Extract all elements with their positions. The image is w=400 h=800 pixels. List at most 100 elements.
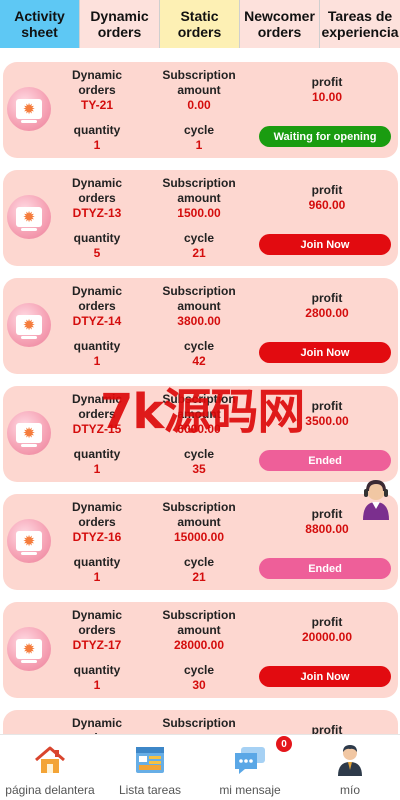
order-icon: ✹ bbox=[7, 627, 51, 671]
nav-profile[interactable]: mío bbox=[300, 735, 400, 800]
order-icon: ✹ bbox=[7, 303, 51, 347]
customer-service-icon[interactable] bbox=[360, 478, 392, 520]
order-name: Dynamic orders bbox=[61, 716, 133, 734]
cycle: cycle 35 bbox=[151, 447, 247, 477]
profit-label: profit bbox=[311, 183, 343, 197]
subscription-amount-value: 6000.00 bbox=[177, 422, 221, 436]
order-name-label: Dynamic orders bbox=[71, 284, 123, 313]
cycle-label: cycle bbox=[183, 663, 215, 677]
nav-task-list-label: Lista tareas bbox=[118, 783, 182, 797]
order-card: ✹ Dynamic orders DTYZ-17 Subscription am… bbox=[3, 602, 398, 698]
cycle: cycle 21 bbox=[151, 231, 247, 261]
subscription-amount-label: Subscription amount bbox=[162, 68, 236, 97]
order-card: ✹ Dynamic orders TY-21 Subscription amou… bbox=[3, 62, 398, 158]
quantity-value: 1 bbox=[93, 462, 101, 476]
gear-icon: ✹ bbox=[22, 208, 36, 226]
cycle-label: cycle bbox=[183, 231, 215, 245]
order-name-label: Dynamic orders bbox=[71, 68, 123, 97]
order-list[interactable]: ✹ Dynamic orders TY-21 Subscription amou… bbox=[0, 48, 400, 734]
quantity-label: quantity bbox=[73, 663, 121, 677]
order-name-label: Dynamic orders bbox=[71, 716, 123, 734]
subscription-amount-value: 15000.00 bbox=[173, 530, 225, 544]
profit-value: 2800.00 bbox=[305, 306, 349, 320]
profit-value: 8800.00 bbox=[305, 522, 349, 536]
order-code: DTYZ-16 bbox=[72, 530, 122, 544]
tab-newcomer-orders[interactable]: Newcomer orders bbox=[240, 0, 320, 48]
quantity-label: quantity bbox=[73, 123, 121, 137]
subscription-amount: Subscription amount 3800.00 bbox=[151, 284, 247, 329]
quantity-value: 1 bbox=[93, 678, 101, 692]
quantity: quantity 1 bbox=[61, 555, 133, 585]
quantity-value: 1 bbox=[93, 354, 101, 368]
cycle-value: 1 bbox=[195, 138, 203, 152]
profit: profit 960.00 bbox=[261, 183, 393, 213]
subscription-amount-value: 28000.00 bbox=[173, 638, 225, 652]
gear-icon: ✹ bbox=[22, 532, 36, 550]
subscription-amount: Subscription amount 15000.00 bbox=[151, 500, 247, 545]
subscription-amount: Subscription amount 28000.00 bbox=[151, 608, 247, 653]
cycle-value: 35 bbox=[192, 462, 206, 476]
gear-icon: ✹ bbox=[22, 424, 36, 442]
bottom-nav: página delantera Lista tareas mi mensaje… bbox=[0, 734, 400, 800]
message-count-badge: 0 bbox=[276, 736, 292, 752]
order-name-label: Dynamic orders bbox=[71, 392, 123, 421]
order-icon: ✹ bbox=[7, 411, 51, 455]
quantity: quantity 1 bbox=[61, 339, 133, 369]
profit-label: profit bbox=[311, 75, 343, 89]
quantity: quantity 1 bbox=[61, 663, 133, 693]
profile-icon bbox=[333, 743, 367, 777]
quantity-value: 1 bbox=[93, 570, 101, 584]
subscription-amount-value: 3800.00 bbox=[177, 314, 221, 328]
order-status-button[interactable]: Join Now bbox=[259, 666, 391, 687]
profit: profit 10.00 bbox=[261, 75, 393, 105]
quantity-value: 5 bbox=[93, 246, 101, 260]
order-name-label: Dynamic orders bbox=[71, 608, 123, 637]
cycle: cycle 1 bbox=[151, 123, 247, 153]
order-name-label: Dynamic orders bbox=[71, 176, 123, 205]
tab-dynamic-orders[interactable]: Dynamic orders bbox=[80, 0, 160, 48]
cycle-value: 21 bbox=[192, 246, 206, 260]
subscription-amount-label: Subscription amount bbox=[162, 176, 236, 205]
order-code: DTYZ-14 bbox=[72, 314, 122, 328]
quantity: quantity 1 bbox=[61, 447, 133, 477]
order-code: DTYZ-15 bbox=[72, 422, 122, 436]
order-status-button[interactable]: Join Now bbox=[259, 234, 391, 255]
subscription-amount: Subscription amount 6000.00 bbox=[151, 392, 247, 437]
order-status-button[interactable]: Ended bbox=[259, 450, 391, 471]
profit-label: profit bbox=[311, 615, 343, 629]
order-status-button[interactable]: Ended bbox=[259, 558, 391, 579]
subscription-amount-label: Subscription amount bbox=[162, 500, 236, 529]
order-icon: ✹ bbox=[7, 87, 51, 131]
order-name: Dynamic orders DTYZ-17 bbox=[61, 608, 133, 653]
order-name-label: Dynamic orders bbox=[71, 500, 123, 529]
cycle-value: 30 bbox=[192, 678, 206, 692]
subscription-amount: Subscription amount 1500.00 bbox=[151, 176, 247, 221]
order-icon: ✹ bbox=[7, 519, 51, 563]
subscription-amount-value: 0.00 bbox=[187, 98, 211, 112]
nav-home[interactable]: página delantera bbox=[0, 735, 100, 800]
order-card: ✹ Dynamic orders DTYZ-13 Subscription am… bbox=[3, 170, 398, 266]
tab-static-orders[interactable]: Static orders bbox=[160, 0, 240, 48]
order-card: ✹ Dynamic orders DTYZ-16 Subscription am… bbox=[3, 494, 398, 590]
profit-value: 3500.00 bbox=[305, 414, 349, 428]
quantity-label: quantity bbox=[73, 555, 121, 569]
order-status-button[interactable]: Join Now bbox=[259, 342, 391, 363]
subscription-amount-label: Subscription amount bbox=[162, 284, 236, 313]
profit-value: 960.00 bbox=[308, 198, 346, 212]
quantity: quantity 5 bbox=[61, 231, 133, 261]
subscription-amount-value: 1500.00 bbox=[177, 206, 221, 220]
tab-activity-sheet[interactable]: Activity sheet bbox=[0, 0, 80, 48]
profit-label: profit bbox=[311, 291, 343, 305]
order-name: Dynamic orders DTYZ-13 bbox=[61, 176, 133, 221]
cycle-value: 21 bbox=[192, 570, 206, 584]
profit: profit 2800.00 bbox=[261, 291, 393, 321]
profit: profit bbox=[261, 723, 393, 734]
cycle-label: cycle bbox=[183, 339, 215, 353]
nav-messages-label: mi mensaje bbox=[219, 783, 281, 797]
nav-task-list[interactable]: Lista tareas bbox=[100, 735, 200, 800]
order-status-button[interactable]: Waiting for opening bbox=[259, 126, 391, 147]
subscription-amount-label: Subscription amount bbox=[162, 608, 236, 637]
order-card: ✹ Dynamic orders Subscription amount qua… bbox=[3, 710, 398, 734]
gear-icon: ✹ bbox=[22, 640, 36, 658]
tab-experience-tasks[interactable]: Tareas de experiencia bbox=[320, 0, 400, 48]
